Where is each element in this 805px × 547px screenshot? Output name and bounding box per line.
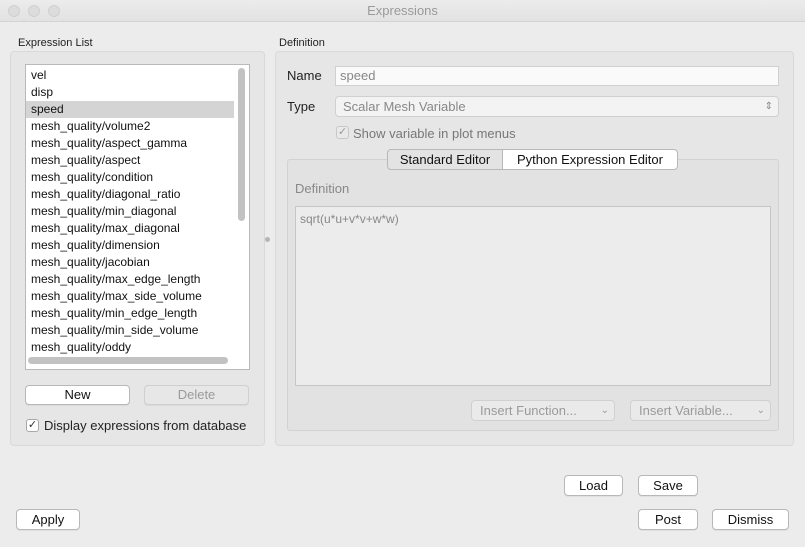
list-item[interactable]: mesh_quality/min_side_volume [26,322,234,339]
delete-button[interactable]: Delete [144,385,249,405]
post-button[interactable]: Post [638,509,698,530]
list-item[interactable]: speed [26,101,234,118]
insert-function-dropdown[interactable]: Insert Function... ⌄ [471,400,615,421]
list-item[interactable]: mesh_quality/min_edge_length [26,305,234,322]
list-item[interactable]: disp [26,84,234,101]
type-label: Type [287,99,316,114]
name-field[interactable]: speed [335,66,779,86]
list-item[interactable]: mesh_quality/max_edge_length [26,271,234,288]
type-select[interactable]: Scalar Mesh Variable ⇕ [335,96,779,117]
list-item[interactable]: mesh_quality/oddy [26,339,234,356]
show-in-menus-label: Show variable in plot menus [353,126,516,141]
list-item[interactable]: mesh_quality/condition [26,169,234,186]
name-label: Name [287,68,322,83]
list-item[interactable]: mesh_quality/aspect [26,152,234,169]
vertical-scrollbar[interactable] [238,66,247,356]
list-item[interactable]: mesh_quality/dimension [26,237,234,254]
tab-python-editor[interactable]: Python Expression Editor [502,149,678,170]
save-button[interactable]: Save [638,475,698,496]
type-select-value: Scalar Mesh Variable [343,99,466,114]
tab-standard-editor[interactable]: Standard Editor [387,149,503,170]
vertical-scroll-thumb[interactable] [238,68,245,221]
expression-list[interactable]: vel disp speed mesh_quality/volume2 mesh_qua… [25,64,250,370]
horizontal-scroll-thumb[interactable] [28,357,228,364]
chevron-down-icon: ⌄ [756,405,765,416]
editor-definition-label: Definition [295,181,350,196]
list-item[interactable]: mesh_quality/max_side_volume [26,288,234,305]
list-item[interactable]: mesh_quality/volume2 [26,118,234,135]
new-button[interactable]: New [25,385,130,405]
list-item[interactable]: mesh_quality/jacobian [26,254,234,271]
insert-variable-label: Insert Variable... [639,403,733,418]
display-db-label: Display expressions from database [44,418,247,433]
display-db-checkbox[interactable]: ✓ [26,419,39,432]
list-item[interactable]: vel [26,67,234,84]
expression-list-group-label: Expression List [18,37,93,49]
updown-chevron-icon: ⇕ [764,101,773,112]
dismiss-button[interactable]: Dismiss [712,509,789,530]
list-item[interactable]: mesh_quality/diagonal_ratio [26,186,234,203]
insert-function-label: Insert Function... [480,403,577,418]
splitter-handle[interactable] [265,237,270,242]
list-item[interactable]: mesh_quality/min_diagonal [26,203,234,220]
insert-variable-dropdown[interactable]: Insert Variable... ⌄ [630,400,771,421]
definition-group-label: Definition [279,37,325,49]
check-icon: ✓ [337,126,348,138]
list-item[interactable]: mesh_quality/max_diagonal [26,220,234,237]
horizontal-scrollbar[interactable] [28,357,230,366]
list-item[interactable]: mesh_quality/aspect_gamma [26,135,234,152]
check-icon: ✓ [27,419,38,431]
load-button[interactable]: Load [564,475,623,496]
expression-textarea[interactable]: sqrt(u*u+v*v+w*w) [295,206,771,386]
expression-text: sqrt(u*u+v*v+w*w) [300,212,399,226]
title-bar: Expressions [0,0,805,22]
window-title: Expressions [367,3,438,18]
apply-button[interactable]: Apply [16,509,80,530]
chevron-down-icon: ⌄ [600,405,609,416]
show-in-menus-checkbox[interactable]: ✓ [336,126,349,139]
